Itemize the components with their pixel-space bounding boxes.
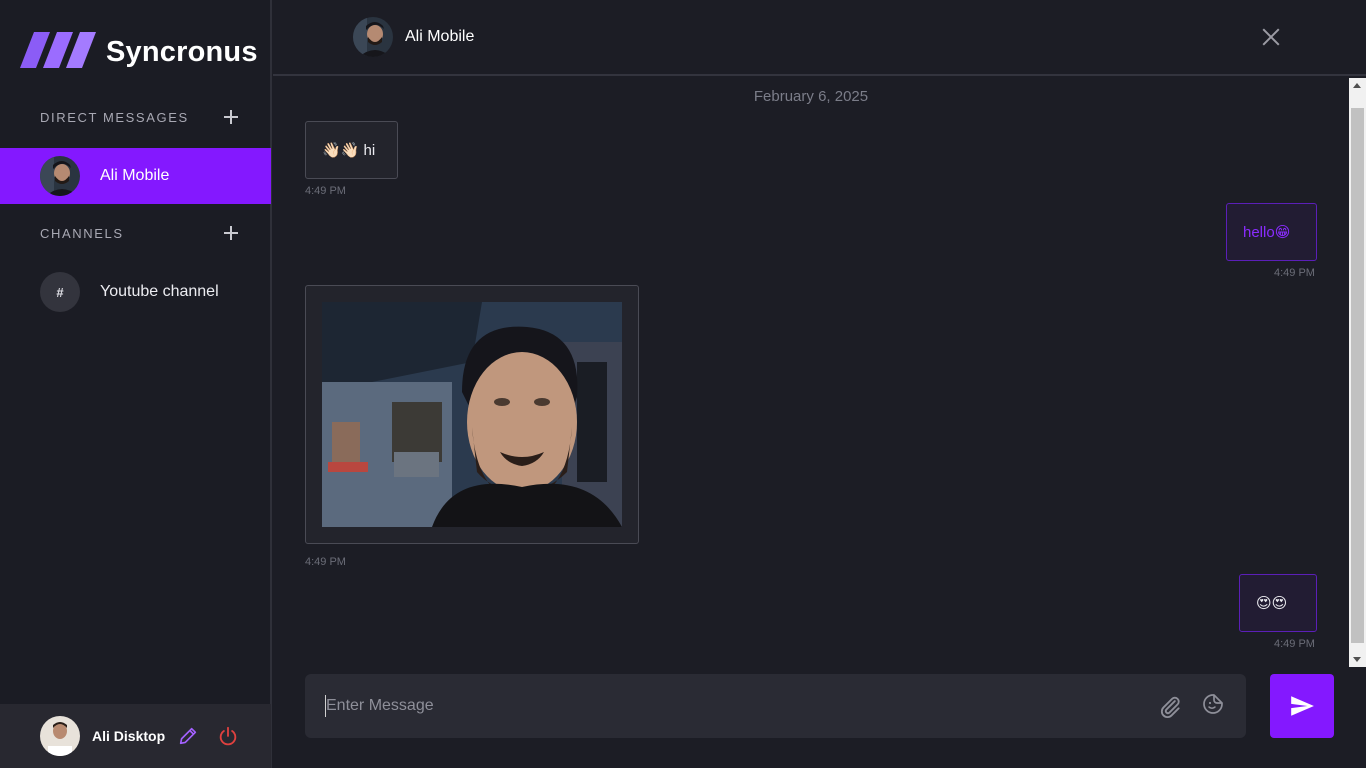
selfie-photo[interactable] [322, 302, 622, 527]
message-scrollbar[interactable] [1349, 78, 1366, 667]
message-bubble-incoming-image[interactable] [305, 285, 639, 544]
scrollbar-thumb[interactable] [1351, 108, 1364, 643]
current-user-name: Ali Disktop [92, 728, 166, 744]
chat-title: Ali Mobile [405, 28, 475, 45]
message-time: 4:49 PM [305, 185, 346, 197]
paperclip-icon[interactable] [1157, 694, 1183, 720]
message-time: 4:49 PM [305, 556, 346, 568]
sidebar-item-label: Youtube channel [100, 283, 219, 300]
brand: Syncronus [20, 30, 258, 74]
user-avatar[interactable] [40, 716, 80, 756]
sidebar-item-label: Ali Mobile [100, 167, 170, 184]
logo-icon [20, 31, 98, 73]
sidebar-item-ali-mobile[interactable]: Ali Mobile [0, 148, 271, 204]
message-text: 👋🏻👋🏻 hi [322, 142, 376, 159]
close-icon[interactable] [1260, 26, 1282, 48]
message-bubble-outgoing[interactable]: hello😁 [1226, 203, 1317, 261]
message-time: 4:49 PM [1274, 267, 1315, 279]
sidebar: Syncronus DIRECT MESSAGES Ali Mobile CHA… [0, 0, 272, 768]
channels-title: CHANNELS [40, 225, 124, 241]
contact-avatar [353, 17, 393, 57]
avatar [40, 156, 80, 196]
add-direct-message-plus-icon[interactable] [222, 108, 240, 126]
chat-header: Ali Mobile [273, 0, 1366, 76]
scroll-up-arrow-icon[interactable] [1353, 83, 1361, 88]
power-icon[interactable] [217, 725, 239, 747]
send-button[interactable] [1270, 674, 1334, 738]
scroll-down-arrow-icon[interactable] [1353, 657, 1361, 662]
message-list[interactable]: February 6, 2025 👋🏻👋🏻 hi 4:49 PM hello😁 … [273, 78, 1349, 666]
app-name: Syncronus [106, 35, 258, 68]
current-user-bar: Ali Disktop [0, 704, 271, 768]
channel-hash-icon: # [40, 272, 80, 312]
message-text: hello😁 [1243, 224, 1291, 241]
pencil-icon[interactable] [177, 725, 199, 747]
message-bubble-incoming[interactable]: 👋🏻👋🏻 hi [305, 121, 398, 179]
direct-messages-title: DIRECT MESSAGES [40, 109, 189, 125]
channels-header: CHANNELS [40, 224, 240, 242]
add-channel-plus-icon[interactable] [222, 224, 240, 242]
sidebar-item-youtube-channel[interactable]: # Youtube channel [0, 264, 271, 320]
date-separator: February 6, 2025 [753, 88, 869, 105]
message-text: 😍😍 [1256, 595, 1288, 612]
message-bubble-outgoing[interactable]: 😍😍 [1239, 574, 1317, 632]
direct-messages-header: DIRECT MESSAGES [40, 108, 240, 126]
message-input[interactable] [325, 695, 1125, 717]
message-composer [305, 674, 1246, 738]
message-time: 4:49 PM [1274, 638, 1315, 650]
sticker-icon[interactable] [1201, 692, 1225, 716]
send-icon [1289, 693, 1315, 719]
